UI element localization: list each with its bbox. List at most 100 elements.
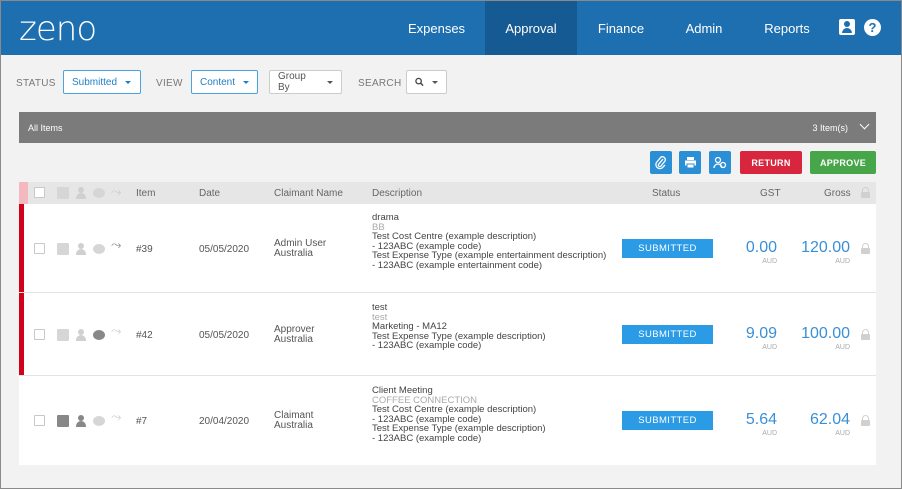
gst-currency: AUD (762, 430, 777, 437)
desc-line: - 123ABC (example code) (372, 340, 482, 351)
search-dropdown[interactable] (406, 70, 447, 94)
col-status[interactable]: Status (652, 188, 680, 199)
comment-icon (93, 416, 105, 426)
person-icon (75, 329, 87, 341)
search-icon (415, 77, 424, 87)
row-date: 05/05/2020 (199, 244, 250, 255)
trend-arrow-icon: ⤳ (111, 237, 122, 252)
caret-down-icon (432, 80, 438, 84)
help-icon[interactable]: ? (864, 19, 881, 36)
attach-button[interactable] (650, 151, 672, 174)
flag-bar (19, 204, 24, 292)
table-header: ⤳ Item Date Claimant Name Description St… (19, 182, 876, 204)
desc-line: - 123ABC (example code) (372, 432, 482, 444)
view-filter-label: VIEW (156, 78, 183, 89)
row-item: #42 (136, 330, 153, 341)
caret-down-icon (327, 80, 333, 84)
flag-bar (19, 293, 24, 375)
view-filter-value: Content (200, 76, 236, 88)
col-item[interactable]: Item (136, 188, 155, 199)
receipt-icon[interactable] (57, 415, 69, 427)
comment-icon (93, 188, 105, 198)
col-description[interactable]: Description (372, 188, 422, 199)
return-button[interactable]: RETURN (740, 151, 802, 174)
receipt-icon (57, 243, 69, 255)
row-gst: 9.09 (745, 325, 777, 342)
row-description: test test Marketing - MA12 Test Expense … (372, 303, 546, 351)
nav-reports[interactable]: Reports (743, 1, 831, 55)
row-checkbox[interactable] (34, 415, 45, 426)
claimant-country: Australia (274, 420, 313, 431)
approve-button[interactable]: APPROVE (810, 151, 876, 174)
lock-icon[interactable] (861, 415, 870, 426)
person-icon (75, 243, 87, 255)
caret-down-icon (243, 80, 250, 84)
header-flag-edge (19, 182, 28, 204)
gross-currency: AUD (835, 430, 850, 437)
item-count: 3 Item(s) (812, 123, 848, 133)
gst-currency: AUD (762, 344, 777, 351)
col-claimant[interactable]: Claimant Name (274, 188, 343, 199)
group-by-dropdown[interactable]: Group By (269, 70, 342, 94)
row-description: Client Meeting COFFEE CONNECTION Test Co… (372, 386, 546, 443)
assign-button[interactable] (709, 151, 731, 174)
table-row[interactable]: ⤳ #7 20/04/2020 Claimant Australia Clien… (19, 376, 876, 465)
desc-line: drama (372, 212, 399, 223)
row-claimant: Claimant Australia (274, 411, 313, 431)
gst-currency: AUD (762, 258, 777, 265)
print-button[interactable] (679, 151, 701, 174)
status-filter-dropdown[interactable]: Submitted (63, 70, 141, 94)
nav-approval[interactable]: Approval (485, 1, 577, 55)
receipt-icon (57, 329, 69, 341)
trend-arrow-icon: ⤳ (111, 184, 122, 199)
caret-down-icon (125, 80, 132, 84)
table-row[interactable]: ⤳ #39 05/05/2020 Admin User Australia dr… (19, 204, 876, 293)
status-badge: SUBMITTED (622, 411, 713, 430)
lock-icon (861, 187, 870, 198)
row-gst: 5.64 (745, 411, 777, 428)
status-badge: SUBMITTED (622, 325, 713, 344)
row-gross: 100.00 (801, 325, 850, 342)
row-gross: 62.04 (809, 411, 850, 428)
gross-currency: AUD (835, 344, 850, 351)
row-date: 20/04/2020 (199, 416, 250, 427)
chevron-down-icon[interactable] (859, 119, 870, 130)
row-description: drama BB Test Cost Centre (example descr… (372, 213, 606, 270)
lock-icon[interactable] (861, 329, 870, 340)
status-filter-value: Submitted (72, 76, 118, 88)
row-gross: 120.00 (801, 239, 850, 256)
row-checkbox[interactable] (34, 243, 45, 254)
all-items-label: All Items (28, 123, 63, 133)
lock-icon[interactable] (861, 243, 870, 254)
table-row[interactable]: ⤳ #42 05/05/2020 Approver Australia test… (19, 293, 876, 376)
claimant-country: Australia (274, 248, 313, 259)
select-all-checkbox[interactable] (34, 187, 45, 198)
group-by-label: Group By (278, 71, 306, 93)
row-item: #39 (136, 244, 153, 255)
comment-icon (93, 244, 105, 254)
search-label: SEARCH (358, 78, 402, 89)
row-gst: 0.00 (745, 239, 777, 256)
status-filter-label: STATUS (16, 78, 56, 89)
comment-icon[interactable] (93, 330, 105, 340)
claims-table: ⤳ Item Date Claimant Name Description St… (19, 182, 876, 465)
row-checkbox[interactable] (34, 329, 45, 340)
claimant-country: Australia (274, 334, 313, 345)
row-item: #7 (136, 416, 148, 427)
col-gross[interactable]: Gross (824, 188, 851, 199)
nav-admin[interactable]: Admin (665, 1, 743, 55)
receipt-icon (57, 187, 69, 199)
status-badge: SUBMITTED (622, 239, 713, 258)
nav-expenses[interactable]: Expenses (388, 1, 485, 55)
user-icon[interactable] (839, 19, 855, 35)
col-gst[interactable]: GST (760, 188, 781, 199)
zeno-logo[interactable]: zeno (19, 9, 97, 49)
nav-finance[interactable]: Finance (577, 1, 665, 55)
view-filter-dropdown[interactable]: Content (191, 70, 258, 94)
all-items-bar[interactable]: All Items 3 Item(s) (19, 112, 876, 143)
row-claimant: Approver Australia (274, 325, 315, 345)
top-navigation-bar: zeno Expenses Approval Finance Admin Rep… (1, 1, 901, 55)
person-icon[interactable] (75, 415, 87, 427)
desc-line: - 123ABC (example entertainment code) (372, 259, 543, 271)
col-date[interactable]: Date (199, 188, 220, 199)
